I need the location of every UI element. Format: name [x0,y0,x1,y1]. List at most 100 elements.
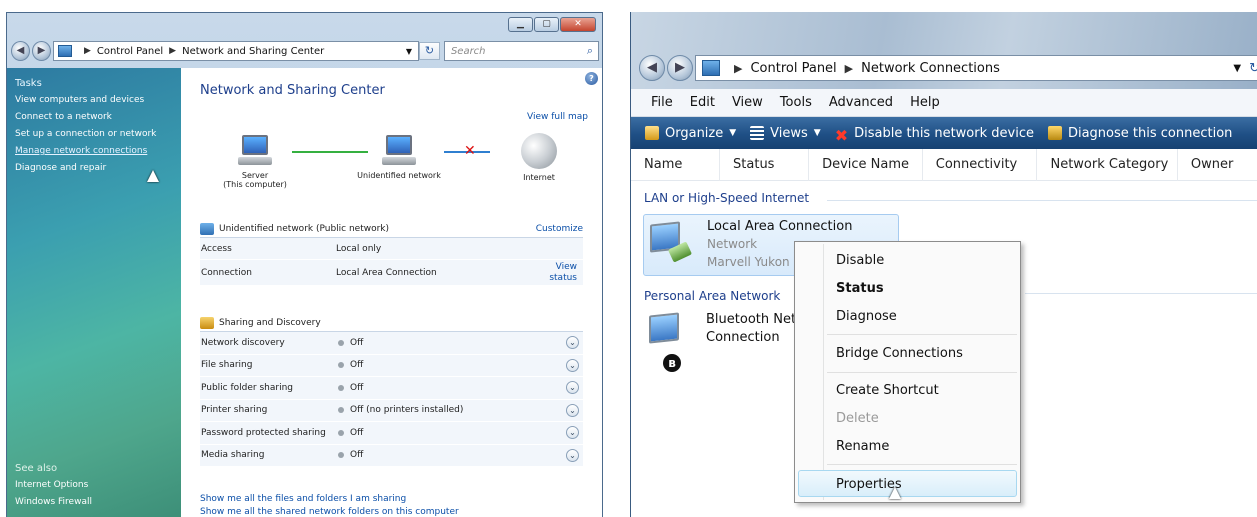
column-connectivity[interactable]: Connectivity [923,148,1038,181]
access-label: Access [201,243,232,254]
menu-advanced[interactable]: Advanced [829,95,893,110]
organize-button[interactable]: Organize ▼ [645,126,736,141]
menu-diagnose[interactable]: Diagnose [836,309,897,324]
task-connect-network[interactable]: Connect to a network [15,112,181,122]
hand-cursor-icon [147,170,159,182]
chevron-down-icon: ▼ [729,128,737,138]
menu-disable[interactable]: Disable [836,253,884,268]
disable-device-button[interactable]: ✖ Disable this network device [835,126,1034,146]
address-bar[interactable]: ▶ Control Panel ▶ Network and Sharing Ce… [52,41,420,61]
help-icon[interactable]: ? [585,72,598,85]
bluetooth-name-line1: Bluetooth Net [706,312,797,327]
bluetooth-name-line2: Connection [706,330,780,345]
share-label: Printer sharing [201,405,268,416]
group-lan[interactable]: LAN or High-Speed Internet [644,191,809,205]
menu-edit[interactable]: Edit [690,95,715,110]
map-node-internet[interactable]: Internet [484,133,594,182]
column-device-name[interactable]: Device Name [809,148,923,181]
status-dot-icon [338,407,344,414]
expand-chevron-icon[interactable]: ⌄ [566,403,579,417]
task-view-computers[interactable]: View computers and devices [15,95,181,105]
address-dropdown-icon[interactable]: ▼ [1233,63,1241,74]
search-icon[interactable]: ⌕ [587,44,593,58]
see-also-windows-firewall[interactable]: Windows Firewall [15,497,92,507]
expand-chevron-icon[interactable]: ⌄ [566,336,579,350]
menu-tools[interactable]: Tools [780,95,812,110]
show-shared-files-link[interactable]: Show me all the files and folders I am s… [200,493,459,506]
group-divider [1025,293,1257,294]
menu-rename[interactable]: Rename [836,439,889,454]
window-body: Tasks View computers and devices Connect… [7,68,602,517]
customize-link[interactable]: Customize [536,224,583,234]
context-menu: Disable Status Diagnose Bridge Connectio… [794,241,1021,503]
column-status[interactable]: Status [720,148,810,181]
share-label: File sharing [201,360,253,371]
connection-value: Local Area Connection [336,267,437,278]
minimize-button[interactable]: ▁ [508,17,533,32]
breadcrumb-control-panel[interactable]: Control Panel [750,61,836,76]
group-pan[interactable]: Personal Area Network [644,289,780,303]
refresh-icon[interactable]: ↻ [419,42,440,60]
pointer-cursor-icon [889,487,901,499]
menu-help[interactable]: Help [910,95,940,110]
bluetooth-connection-item[interactable]: ʙ Bluetooth Net Connection [643,310,813,372]
views-button[interactable]: Views ▼ [750,126,821,141]
status-dot-icon [338,452,344,459]
view-full-map-link[interactable]: View full map [527,112,588,122]
expand-chevron-icon[interactable]: ⌄ [566,426,579,440]
breadcrumb-network-connections[interactable]: Network Connections [861,61,1000,76]
diagnose-connection-button[interactable]: Diagnose this connection [1047,126,1232,141]
menu-create-shortcut[interactable]: Create Shortcut [836,383,939,398]
view-status-link[interactable]: View status [543,262,577,284]
network-adapter-icon [648,221,698,267]
forward-button[interactable]: ▶ [31,41,51,61]
breadcrumb-control-panel[interactable]: Control Panel [97,46,163,57]
connection-device: Marvell Yukon [707,255,790,269]
menu-status[interactable]: Status [836,281,884,296]
column-name[interactable]: Name [631,148,721,181]
share-row-printer-sharing: Printer sharing Off (no printers install… [200,399,583,422]
refresh-icon[interactable]: ↻ [1249,61,1257,76]
menu-gutter [823,244,824,500]
search-input[interactable]: Search ⌕ [443,41,600,61]
sharing-heading: Sharing and Discovery [219,317,321,328]
status-dot-icon [338,429,344,436]
maximize-button[interactable]: ▢ [534,17,559,32]
status-dot-icon [338,339,344,346]
back-button[interactable]: ◀ [639,55,665,81]
map-node-network[interactable]: Unidentified network [344,133,454,180]
expand-chevron-icon[interactable]: ⌄ [566,448,579,462]
connection-row: Connection Local Area Connection View st… [200,260,583,286]
address-row: ◀ ▶ ▶ Control Panel ▶ Network Connection… [639,54,1257,82]
task-manage-connections[interactable]: Manage network connections [15,146,181,156]
close-button[interactable]: ✕ [560,17,596,32]
see-also-section: See also Internet Options Windows Firewa… [15,463,92,514]
menu-bridge-connections[interactable]: Bridge Connections [836,346,963,361]
share-row-public-folder: Public folder sharing Off ⌄ [200,377,583,400]
task-setup-connection[interactable]: Set up a connection or network [15,129,181,139]
address-bar[interactable]: ▶ Control Panel ▶ Network Connections ▼ … [695,55,1257,81]
map-node-server[interactable]: Server (This computer) [200,133,310,189]
access-row: Access Local only [200,238,583,260]
address-dropdown-icon[interactable]: ▼ [406,47,412,56]
network-header: Unidentified network (Public network) Cu… [200,220,583,238]
column-owner[interactable]: Owner [1178,149,1257,181]
expand-chevron-icon[interactable]: ⌄ [566,381,579,395]
breadcrumb-network-sharing-center[interactable]: Network and Sharing Center [182,46,324,57]
share-label: Network discovery [201,337,285,348]
show-shared-folders-link[interactable]: Show me all the shared network folders o… [200,506,459,517]
sharing-icon [200,316,214,329]
column-headers: Name Status Device Name Connectivity Net… [631,148,1257,181]
menu-separator [827,334,1017,335]
column-network-category[interactable]: Network Category [1037,148,1178,181]
control-panel-icon [57,45,72,57]
see-also-internet-options[interactable]: Internet Options [15,480,92,490]
search-placeholder: Search [450,45,486,57]
back-button[interactable]: ◀ [11,41,30,61]
share-value-text: Off [350,337,364,348]
expand-chevron-icon[interactable]: ⌄ [566,358,579,372]
forward-button[interactable]: ▶ [667,55,693,81]
menu-file[interactable]: File [651,95,673,110]
diagnose-icon [1047,126,1062,140]
menu-view[interactable]: View [732,95,763,110]
